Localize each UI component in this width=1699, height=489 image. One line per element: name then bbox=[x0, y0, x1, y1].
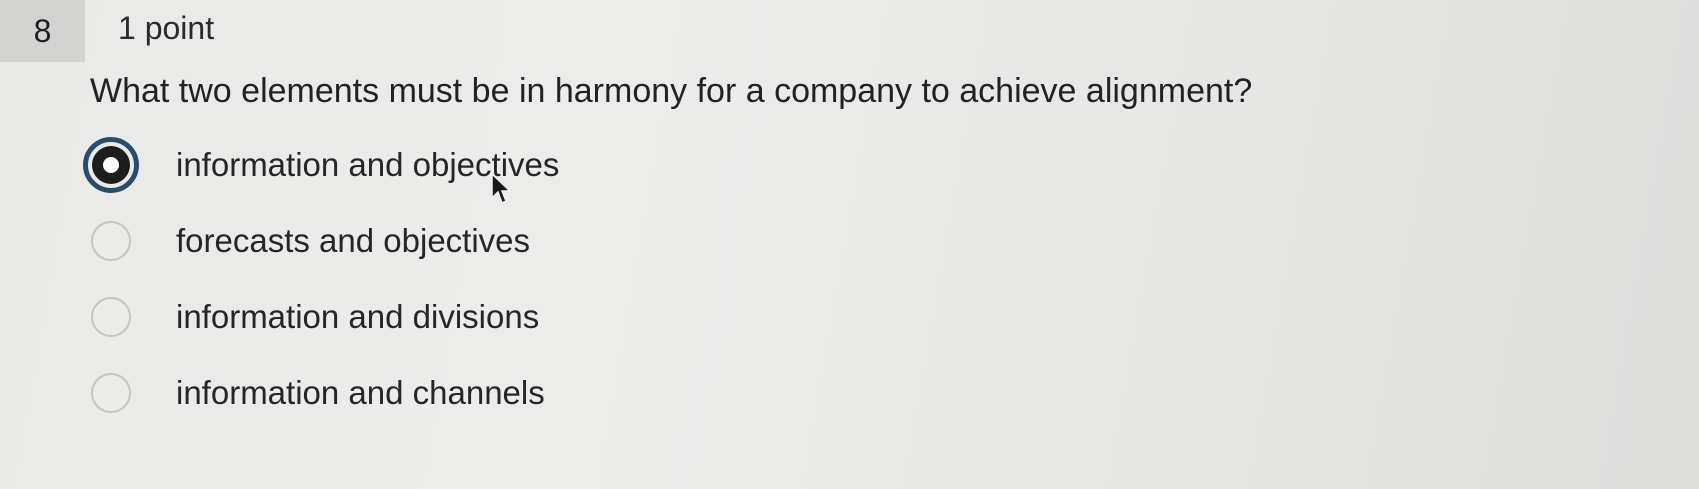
radio-outer-ring bbox=[83, 137, 139, 193]
option-forecasts-and-objectives[interactable]: forecasts and objectives bbox=[82, 203, 982, 279]
question-number-box: 8 bbox=[0, 0, 85, 62]
arrow-cursor-icon bbox=[491, 172, 512, 205]
question-number: 8 bbox=[33, 12, 52, 49]
radio-outer-ring bbox=[91, 297, 131, 337]
question-points: 1 point bbox=[118, 10, 215, 46]
radio-button[interactable] bbox=[82, 212, 140, 270]
option-label: information and divisions bbox=[176, 298, 540, 335]
radio-button-selected[interactable] bbox=[82, 136, 140, 194]
option-information-and-divisions[interactable]: information and divisions bbox=[82, 279, 982, 355]
option-label: information and channels bbox=[176, 374, 545, 411]
option-information-and-objectives[interactable]: information and objectives bbox=[82, 127, 982, 203]
radio-dot bbox=[103, 157, 119, 173]
option-label: forecasts and objectives bbox=[176, 222, 531, 259]
radio-button[interactable] bbox=[82, 288, 140, 346]
radio-outer-ring bbox=[91, 221, 131, 261]
radio-button[interactable] bbox=[82, 364, 140, 422]
option-information-and-channels[interactable]: information and channels bbox=[82, 355, 982, 431]
radio-inner-ring bbox=[92, 146, 130, 184]
answer-options: information and objectives forecasts and… bbox=[82, 127, 982, 431]
radio-outer-ring bbox=[91, 373, 131, 413]
question-text: What two elements must be in harmony for… bbox=[90, 72, 1253, 110]
